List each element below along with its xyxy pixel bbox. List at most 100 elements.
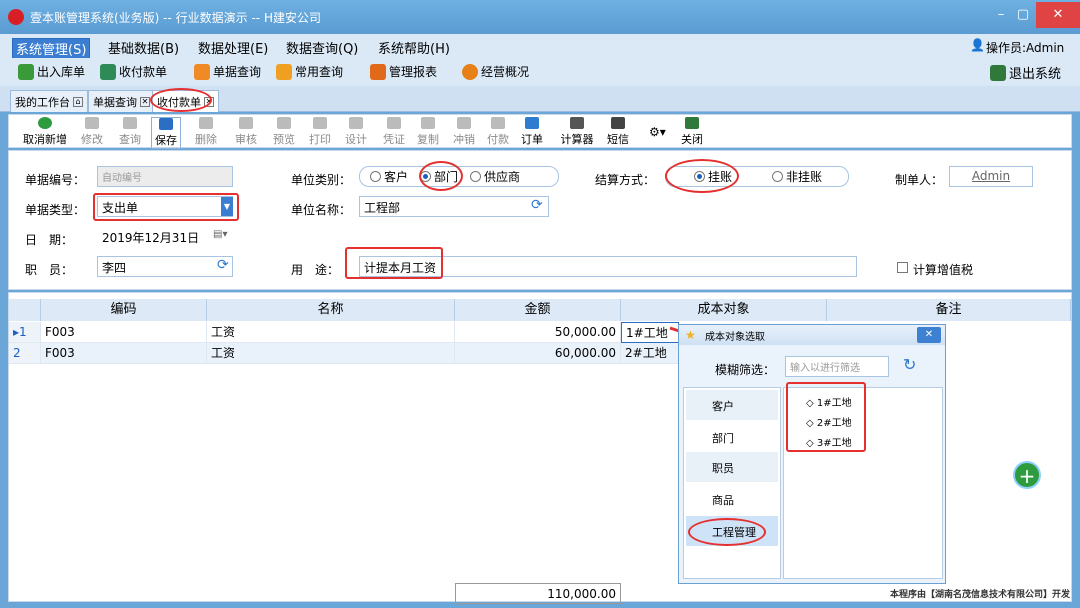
audit-button[interactable]: 审核 (231, 117, 261, 147)
tab-bill-query[interactable]: 单据查询 ✕ (88, 90, 155, 112)
window-title: 壹本账管理系统(业务版) -- 行业数据演示 -- H建安公司 (30, 11, 321, 25)
calendar-icon[interactable]: ▤▾ (213, 229, 227, 240)
quick-stock-bill[interactable]: 出入库单 (18, 63, 85, 80)
quick-payment-bill[interactable]: 收付款单 (100, 63, 167, 80)
filter-input[interactable]: 输入以进行筛选 (785, 356, 889, 377)
pencil-icon (85, 117, 99, 129)
voucher-button[interactable]: 凭证 (379, 117, 409, 147)
grid-header-amount[interactable]: 金额 (455, 299, 621, 321)
grid-header-code[interactable]: 编码 (41, 299, 207, 321)
close-window-button[interactable]: ✕ (1036, 2, 1080, 28)
radio-circle (370, 171, 381, 182)
menu-help[interactable]: 系统帮助(H) (378, 38, 450, 57)
delete-icon (199, 117, 213, 129)
bill-form: 单据编号： 自动编号 单据类型： 支出单 ▼ 日 期： 2019年12月31日 … (8, 150, 1072, 290)
category-customer[interactable]: 客户 (686, 390, 778, 420)
unit-name-field[interactable]: 工程部 (359, 196, 549, 217)
row-index: ▸1 (9, 322, 41, 343)
exit-button[interactable]: 退出系统 (990, 63, 1061, 82)
bill-no-field[interactable]: 自动编号 (97, 166, 233, 187)
cell-amount[interactable]: 50,000.00 (455, 322, 621, 343)
app-logo-icon (8, 9, 24, 25)
preview-button[interactable]: 预览 (269, 117, 299, 147)
reverse-icon (457, 117, 471, 129)
close-tab-icon[interactable]: ✕ (140, 96, 150, 107)
close-door-icon (685, 117, 699, 129)
calculator-icon (570, 117, 584, 129)
cell-name[interactable]: 工资 (207, 322, 455, 343)
sms-button[interactable]: 短信 (603, 117, 633, 147)
category-goods[interactable]: 商品 (686, 484, 778, 514)
cell-name[interactable]: 工资 (207, 343, 455, 364)
category-staff[interactable]: 职员 (686, 452, 778, 482)
cell-code[interactable]: F003 (41, 343, 207, 364)
popup-close-button[interactable]: ✕ (917, 327, 941, 343)
menu-system[interactable]: 系统管理(S) (12, 38, 91, 59)
cost-object-popup: 成本对象选取 ★ ✕ 模糊筛选： 输入以进行筛选 ↻ 客户 部门 职员 商品 工… (678, 324, 946, 584)
unit-category-label: 单位类别： (291, 173, 352, 187)
grid-header-name[interactable]: 名称 (207, 299, 455, 321)
voucher-icon (387, 117, 401, 129)
copy-icon (421, 117, 435, 129)
bill-no-label: 单据编号： (25, 173, 86, 187)
query-button[interactable]: 查询 (115, 117, 145, 147)
date-label: 日 期： (25, 233, 74, 247)
cancel-new-button[interactable]: 取消新增 (19, 117, 71, 147)
delete-button[interactable]: 删除 (191, 117, 221, 147)
cell-code[interactable]: F003 (41, 322, 207, 343)
overview-icon (462, 63, 478, 80)
menu-data-query[interactable]: 数据查询(Q) (286, 38, 358, 57)
total-amount: 110,000.00 (455, 583, 621, 604)
design-button[interactable]: 设计 (341, 117, 371, 147)
cost-object-tree: ◇ 1#工地 ◇ 2#工地 ◇ 3#工地 (783, 382, 943, 579)
quick-bar: 出入库单 收付款单 单据查询 常用查询 管理报表 经营概况 退出系统 (0, 58, 1080, 86)
bill-type-label: 单据类型： (25, 203, 86, 217)
search-icon (123, 117, 137, 129)
settings-icon[interactable]: ⚙▾ (649, 125, 666, 139)
chart-icon (276, 63, 292, 80)
save-button[interactable]: 保存 (151, 117, 181, 149)
copy-button[interactable]: 复制 (413, 117, 443, 147)
star-icon: ★ (685, 328, 696, 342)
radio-circle (470, 171, 482, 182)
pay-icon (491, 117, 505, 129)
quick-bill-query[interactable]: 单据查询 (194, 63, 261, 80)
pay-button[interactable]: 付款 (483, 117, 513, 147)
footer-credit: 本程序由【湖南名茂信息技术有限公司】开发 (889, 590, 1070, 600)
quick-report[interactable]: 管理报表 (370, 63, 437, 80)
tab-workbench[interactable]: 我的工作台 ⌂ (10, 90, 88, 112)
reverse-button[interactable]: 冲销 (449, 117, 479, 147)
add-row-icon[interactable]: + (1013, 461, 1041, 489)
print-icon (313, 117, 327, 129)
maker-label: 制单人： (895, 173, 944, 187)
bill-query-icon (194, 63, 210, 80)
exit-icon (990, 64, 1006, 81)
plus-icon (38, 117, 52, 129)
cell-amount[interactable]: 60,000.00 (455, 343, 621, 364)
unit-name-label: 单位名称： (291, 203, 352, 217)
radio-customer[interactable]: 客户 (370, 169, 408, 184)
menu-data-processing[interactable]: 数据处理(E) (198, 38, 268, 57)
refresh-icon[interactable]: ↻ (903, 355, 916, 374)
order-button[interactable]: 订单 (517, 117, 547, 147)
audit-icon (239, 117, 253, 129)
settle-label: 结算方式： (595, 173, 656, 187)
print-button[interactable]: 打印 (305, 117, 335, 147)
close-button[interactable]: 关闭 (677, 117, 707, 147)
radio-non-account[interactable]: 非挂账 (772, 169, 822, 184)
vat-checkbox[interactable] (897, 262, 908, 273)
edit-button[interactable]: 修改 (77, 117, 107, 147)
quick-common-query[interactable]: 常用查询 (276, 63, 343, 80)
quick-overview[interactable]: 经营概况 (462, 63, 529, 80)
category-department[interactable]: 部门 (686, 422, 778, 452)
refresh-icon[interactable]: ⟳ (217, 257, 229, 273)
radio-supplier[interactable]: 供应商 (470, 169, 520, 184)
refresh-icon[interactable]: ⟳ (531, 197, 543, 213)
grid-header-remark[interactable]: 备注 (827, 299, 1071, 321)
grid-header-cost-object[interactable]: 成本对象 (621, 299, 827, 321)
menu-basic-data[interactable]: 基础数据(B) (108, 38, 179, 57)
sms-icon (611, 117, 625, 129)
calculator-button[interactable]: 计算器 (557, 117, 597, 147)
staff-field[interactable]: 李四 (97, 256, 233, 277)
vat-label: 计算增值税 (913, 263, 974, 277)
